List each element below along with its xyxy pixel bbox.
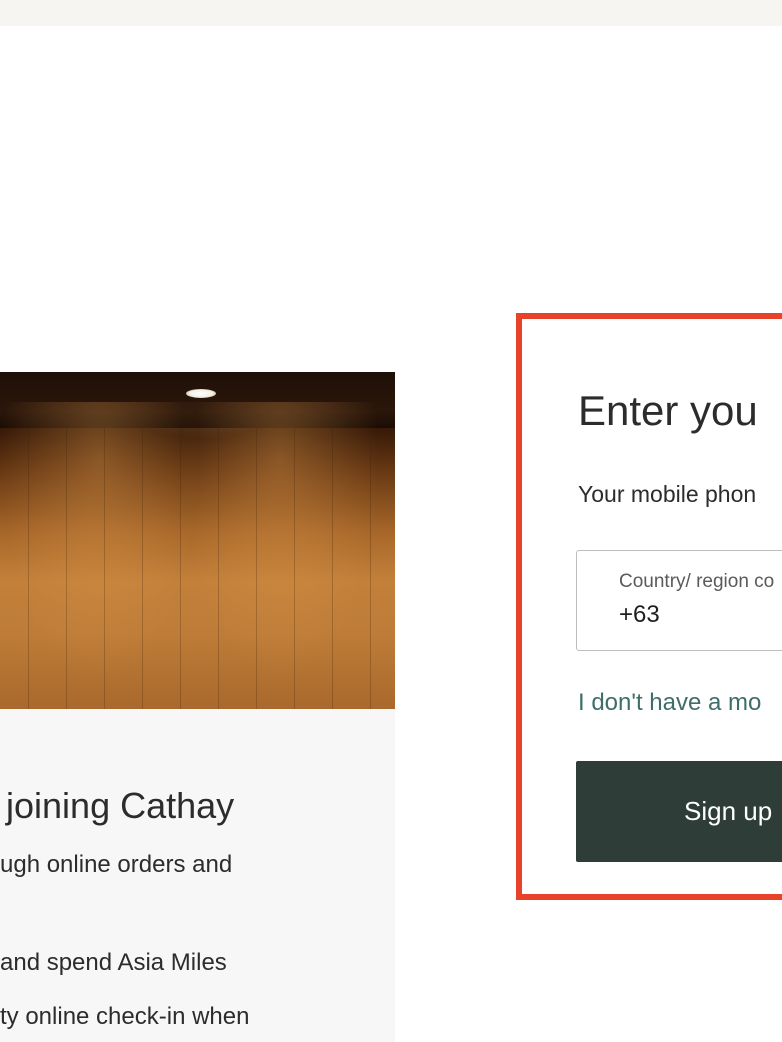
wood-plank-line: [294, 428, 295, 709]
sign-up-button[interactable]: Sign up: [576, 761, 782, 862]
hero-glow: [180, 402, 380, 682]
wood-plank-line: [218, 428, 219, 709]
benefits-title: f joining Cathay: [0, 785, 235, 826]
wood-plank-line: [104, 428, 105, 709]
top-bar: [0, 0, 782, 26]
hero-image: [0, 372, 395, 709]
wood-plank-line: [370, 428, 371, 709]
wood-plank-line: [66, 428, 67, 709]
ceiling-light: [186, 389, 216, 398]
benefit-item: and spend Asia Miles: [0, 949, 227, 976]
wood-plank-line: [28, 428, 29, 709]
benefits-card: f joining Cathay ugh online orders and a…: [0, 372, 395, 1042]
signup-subtitle: Your mobile phon: [578, 481, 757, 507]
wood-plank-line: [256, 428, 257, 709]
wood-plank-line: [180, 428, 181, 709]
wood-plank-line: [142, 428, 143, 709]
signup-panel: Enter you Your mobile phon Country/ regi…: [516, 313, 782, 900]
country-code-field[interactable]: Country/ region co +63: [576, 550, 782, 651]
no-mobile-link[interactable]: I don't have a mo: [578, 689, 761, 717]
country-code-value[interactable]: +63: [619, 601, 660, 629]
benefit-item: ugh online orders and: [0, 851, 233, 878]
page: f joining Cathay ugh online orders and a…: [0, 0, 782, 1042]
hero-glow: [0, 402, 200, 682]
signup-title: Enter you: [578, 387, 758, 434]
country-code-label: Country/ region co: [619, 571, 775, 592]
benefit-item: ty online check-in when: [0, 1003, 250, 1030]
wood-plank-line: [332, 428, 333, 709]
